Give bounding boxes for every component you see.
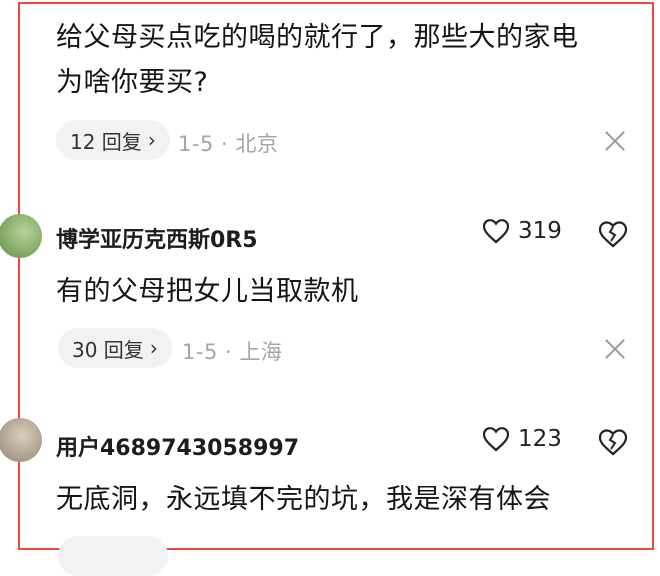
comment-text-line: 给父母买点吃的喝的就行了，那些大的家电 [56,22,579,53]
heart-icon [482,219,510,244]
avatar[interactable] [0,214,42,258]
meta-separator: · [225,340,233,364]
close-icon[interactable] [604,130,626,152]
like-count: 123 [518,426,562,452]
meta-separator: · [221,132,229,156]
replies-button[interactable]: 12 回复 › [56,120,170,160]
comment-text: 有的父母把女儿当取款机 [56,276,359,307]
comment-meta: 1-5 · 上海 [182,336,282,366]
close-icon[interactable] [604,338,626,360]
broken-heart-icon[interactable] [598,220,628,248]
comment-location: 上海 [239,340,283,364]
chevron-right-icon: › [147,128,156,152]
avatar[interactable] [0,418,42,462]
comment-date: 1-5 [182,340,218,364]
like-button[interactable]: 319 [482,218,562,244]
comment-text: 无底洞，永远填不完的坑，我是深有体会 [56,484,551,515]
replies-label: 30 回复 [72,337,144,362]
chevron-right-icon: › [149,336,158,360]
like-button[interactable]: 123 [482,426,562,452]
broken-heart-icon[interactable] [598,428,628,456]
comment-date: 1-5 [178,132,214,156]
like-count: 319 [518,218,562,244]
username[interactable]: 博学亚历克西斯0R5 [56,222,258,254]
heart-icon [482,427,510,452]
replies-label: 12 回复 [70,129,142,154]
comment-text-line: 为啥你要买? [56,67,209,98]
comment-meta: 1-5 · 北京 [178,128,278,158]
replies-button-partial[interactable] [58,536,168,576]
screenshot-frame: 给父母买点吃的喝的就行了，那些大的家电 为啥你要买? 12 回复 › 1-5 ·… [0,2,654,576]
comment-location: 北京 [235,132,279,156]
username[interactable]: 用户4689743058997 [56,430,299,462]
replies-button[interactable]: 30 回复 › [58,328,172,368]
